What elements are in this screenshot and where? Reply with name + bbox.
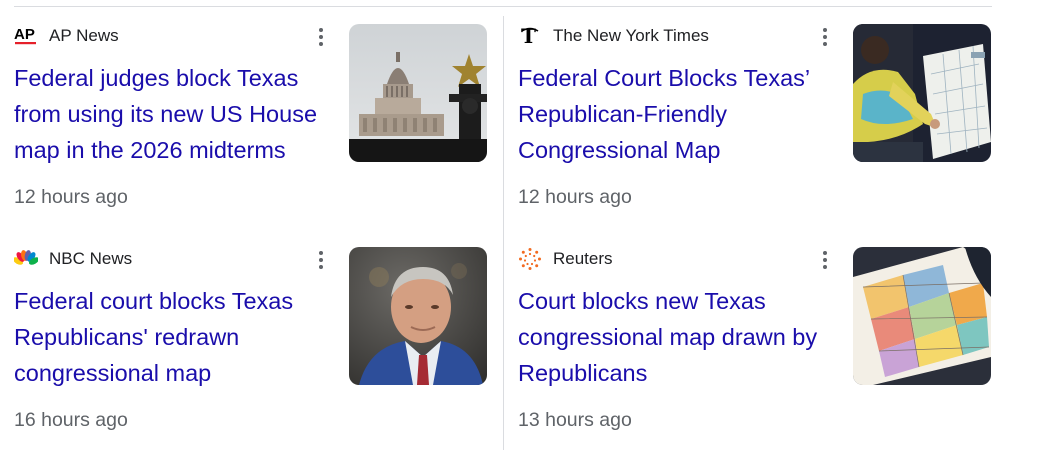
reuters-logo-icon [518,247,542,271]
news-card-ap[interactable]: AP AP News Federal judges block Texas fr… [14,22,492,228]
news-card-nyt[interactable]: T The New York Times Federal Court Block… [518,22,996,228]
top-divider [14,6,992,7]
svg-text:T: T [521,24,536,48]
timestamp: 12 hours ago [14,186,128,208]
source-row: Reuters [518,246,613,272]
man-in-blue-suit-portrait-image[interactable] [349,247,487,385]
column-divider [503,16,504,450]
more-options-icon[interactable] [815,26,835,48]
headline-link[interactable]: Federal Court Blocks Texas’ Republican-F… [518,60,838,168]
timestamp: 12 hours ago [518,186,632,208]
person-pointing-at-map-image[interactable] [853,24,991,162]
congressional-district-map-image[interactable] [853,247,991,385]
timestamp: 16 hours ago [14,409,128,431]
headline-link[interactable]: Court blocks new Texas congressional map… [518,283,838,391]
headline-link[interactable]: Federal court blocks Texas Republicans' … [14,283,334,391]
news-card-reuters[interactable]: Reuters Court blocks new Texas congressi… [518,245,996,451]
source-name: AP News [49,26,119,45]
headline-link[interactable]: Federal judges block Texas from using it… [14,60,334,168]
timestamp: 13 hours ago [518,409,632,431]
source-name: The New York Times [553,26,709,45]
source-row: NBC News [14,246,132,272]
source-row: T The New York Times [518,23,709,49]
news-card-nbc[interactable]: NBC News Federal court blocks Texas Repu… [14,245,492,451]
more-options-icon[interactable] [311,26,331,48]
source-name: NBC News [49,249,133,268]
more-options-icon[interactable] [311,249,331,271]
ap-news-logo-icon: AP [14,24,38,48]
nbc-peacock-logo-icon [14,247,38,271]
source-name: Reuters [553,249,613,268]
texas-capitol-dome-image[interactable] [349,24,487,162]
nyt-logo-icon: T [518,24,542,48]
svg-text:AP: AP [14,26,35,43]
source-row: AP AP News [14,23,119,49]
more-options-icon[interactable] [815,249,835,271]
